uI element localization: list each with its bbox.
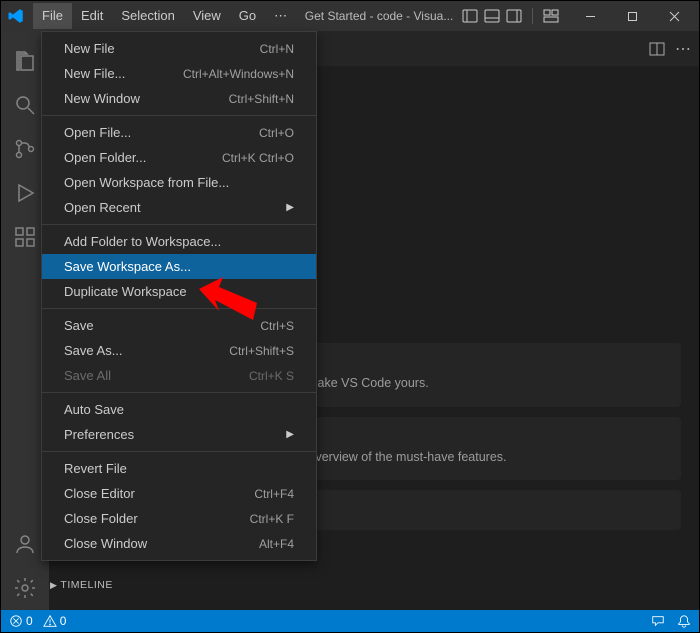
tab-more-icon[interactable]: ⋯	[675, 39, 691, 59]
menu-item-label: Open Folder...	[64, 150, 146, 165]
menu-selection[interactable]: Selection	[112, 3, 183, 29]
file-menu-item[interactable]: Open File... Ctrl+O	[42, 120, 316, 145]
menu-item-label: Auto Save	[64, 402, 124, 417]
split-editor-icon[interactable]	[649, 41, 665, 57]
menu-item-label: New Window	[64, 91, 140, 106]
file-menu-item: Save All Ctrl+K S	[42, 363, 316, 388]
menu-more[interactable]: ⋯	[265, 3, 296, 29]
file-menu-item[interactable]: Open Workspace from File...	[42, 170, 316, 195]
file-menu-item[interactable]: Preferences ▶	[42, 422, 316, 447]
file-menu-item[interactable]: Save As... Ctrl+Shift+S	[42, 338, 316, 363]
status-warnings[interactable]: 0	[43, 614, 67, 628]
menu-separator	[42, 115, 316, 116]
file-menu-item[interactable]: New File Ctrl+N	[42, 36, 316, 61]
file-menu-item[interactable]: Open Recent ▶	[42, 195, 316, 220]
timeline-section-label[interactable]: ▶ TIMELINE	[50, 579, 113, 591]
chevron-right-icon: ▶	[286, 202, 294, 213]
menu-separator	[42, 224, 316, 225]
menu-separator	[42, 392, 316, 393]
menu-item-shortcut: Ctrl+K Ctrl+O	[222, 151, 294, 165]
vscode-logo-icon	[7, 7, 25, 25]
close-button[interactable]	[655, 1, 693, 31]
menu-item-label: Open Workspace from File...	[64, 175, 229, 190]
menu-item-label: New File...	[64, 66, 125, 81]
file-menu-item[interactable]: Close Folder Ctrl+K F	[42, 506, 316, 531]
customize-layout-icon[interactable]	[543, 8, 559, 24]
panel-bottom-icon[interactable]	[484, 8, 500, 24]
settings-gear-icon[interactable]	[1, 566, 49, 610]
status-bar: 0 0	[1, 610, 699, 632]
error-circle-icon	[9, 614, 23, 628]
panel-left-icon[interactable]	[462, 8, 478, 24]
file-menu-item[interactable]: Close Editor Ctrl+F4	[42, 481, 316, 506]
window-title: Get Started - code - Visua...	[296, 9, 462, 23]
menu-item-label: New File	[64, 41, 115, 56]
menu-separator	[42, 451, 316, 452]
menubar: File Edit Selection View Go ⋯	[33, 3, 296, 29]
menu-item-label: Close Window	[64, 536, 147, 551]
layout-controls	[462, 8, 559, 24]
status-errors[interactable]: 0	[9, 614, 33, 628]
menu-item-shortcut: Alt+F4	[259, 537, 294, 551]
menu-item-label: Close Folder	[64, 511, 138, 526]
warning-triangle-icon	[43, 614, 57, 628]
file-menu-item[interactable]: Save Workspace As...	[42, 254, 316, 279]
menu-item-label: Add Folder to Workspace...	[64, 234, 221, 249]
menu-item-label: Save As...	[64, 343, 123, 358]
file-menu-item[interactable]: Duplicate Workspace	[42, 279, 316, 304]
maximize-button[interactable]	[613, 1, 651, 31]
panel-right-icon[interactable]	[506, 8, 522, 24]
menu-item-shortcut: Ctrl+Shift+N	[229, 92, 294, 106]
menu-item-label: Close Editor	[64, 486, 135, 501]
minimize-button[interactable]	[571, 1, 609, 31]
file-menu-item[interactable]: Revert File	[42, 456, 316, 481]
menu-go[interactable]: Go	[230, 3, 265, 29]
menu-separator	[42, 308, 316, 309]
file-menu-item[interactable]: Close Window Alt+F4	[42, 531, 316, 556]
menu-view[interactable]: View	[184, 3, 230, 29]
menu-item-label: Revert File	[64, 461, 127, 476]
menu-item-shortcut: Ctrl+K S	[249, 369, 294, 383]
menu-item-shortcut: Ctrl+K F	[250, 512, 294, 526]
menu-item-label: Preferences	[64, 427, 134, 442]
file-menu-item[interactable]: Save Ctrl+S	[42, 313, 316, 338]
menu-item-label: Duplicate Workspace	[64, 284, 187, 299]
file-menu-item[interactable]: New Window Ctrl+Shift+N	[42, 86, 316, 111]
menu-edit[interactable]: Edit	[72, 3, 112, 29]
menu-item-label: Save	[64, 318, 94, 333]
window-controls	[571, 1, 693, 31]
file-menu-dropdown: New File Ctrl+N New File... Ctrl+Alt+Window…	[41, 31, 317, 561]
file-menu-item[interactable]: Open Folder... Ctrl+K Ctrl+O	[42, 145, 316, 170]
menu-item-label: Open File...	[64, 125, 131, 140]
menu-item-label: Save Workspace As...	[64, 259, 191, 274]
menu-item-shortcut: Ctrl+F4	[254, 487, 294, 501]
chevron-right-icon: ▶	[286, 429, 294, 440]
file-menu-item[interactable]: Add Folder to Workspace...	[42, 229, 316, 254]
feedback-icon[interactable]	[651, 614, 665, 628]
titlebar: File Edit Selection View Go ⋯ Get Starte…	[1, 1, 699, 31]
chevron-right-icon: ▶	[50, 580, 57, 591]
menu-item-label: Open Recent	[64, 200, 141, 215]
menu-item-shortcut: Ctrl+O	[259, 126, 294, 140]
menu-item-label: Save All	[64, 368, 111, 383]
menu-item-shortcut: Ctrl+S	[260, 319, 294, 333]
file-menu-item[interactable]: Auto Save	[42, 397, 316, 422]
file-menu-item[interactable]: New File... Ctrl+Alt+Windows+N	[42, 61, 316, 86]
menu-item-shortcut: Ctrl+Shift+S	[229, 344, 294, 358]
bell-icon[interactable]	[677, 614, 691, 628]
menu-item-shortcut: Ctrl+N	[260, 42, 294, 56]
menu-file[interactable]: File	[33, 3, 72, 29]
menu-item-shortcut: Ctrl+Alt+Windows+N	[183, 67, 294, 81]
